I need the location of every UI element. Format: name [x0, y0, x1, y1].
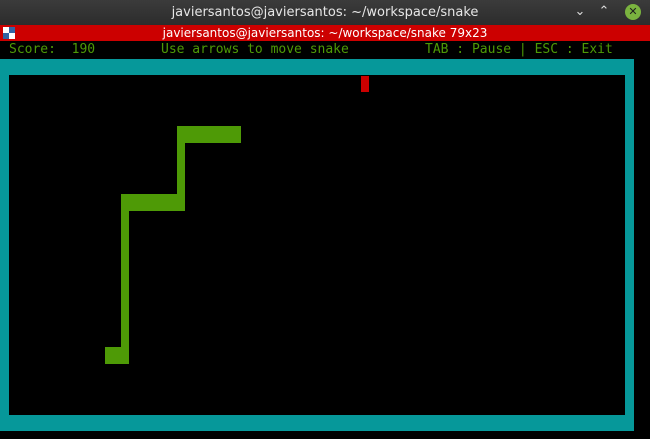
score-display: Score: 190 — [9, 41, 95, 58]
key-shortcuts: TAB : Pause | ESC : Exit — [425, 42, 613, 57]
controls-hint: Use arrows to move snake — [161, 42, 349, 57]
minimize-icon[interactable]: ⌄ — [572, 4, 588, 20]
snake-body-segment — [121, 194, 185, 211]
window-title: javiersantos@javiersantos: ~/workspace/s… — [171, 5, 479, 20]
tab-title: javiersantos@javiersantos: ~/workspace/s… — [162, 26, 488, 40]
maximize-icon[interactable]: ⌃ — [596, 4, 612, 20]
snake-head-segment — [177, 126, 241, 143]
snake-body-segment — [121, 194, 129, 364]
terminal-window: javiersantos@javiersantos: ~/workspace/s… — [0, 0, 650, 439]
score-value: 190 — [71, 42, 96, 57]
game-arena-border — [0, 59, 634, 431]
score-label: Score: — [9, 42, 56, 57]
close-icon[interactable]: ✕ — [625, 4, 641, 20]
window-titlebar[interactable]: javiersantos@javiersantos: ~/workspace/s… — [0, 0, 650, 25]
game-field[interactable] — [9, 75, 625, 415]
food-pellet — [361, 76, 369, 92]
terminal-icon — [3, 27, 15, 39]
game-status-bar: Score: 190 Use arrows to move snake TAB … — [0, 41, 650, 58]
terminal-tab[interactable]: javiersantos@javiersantos: ~/workspace/s… — [0, 25, 650, 41]
